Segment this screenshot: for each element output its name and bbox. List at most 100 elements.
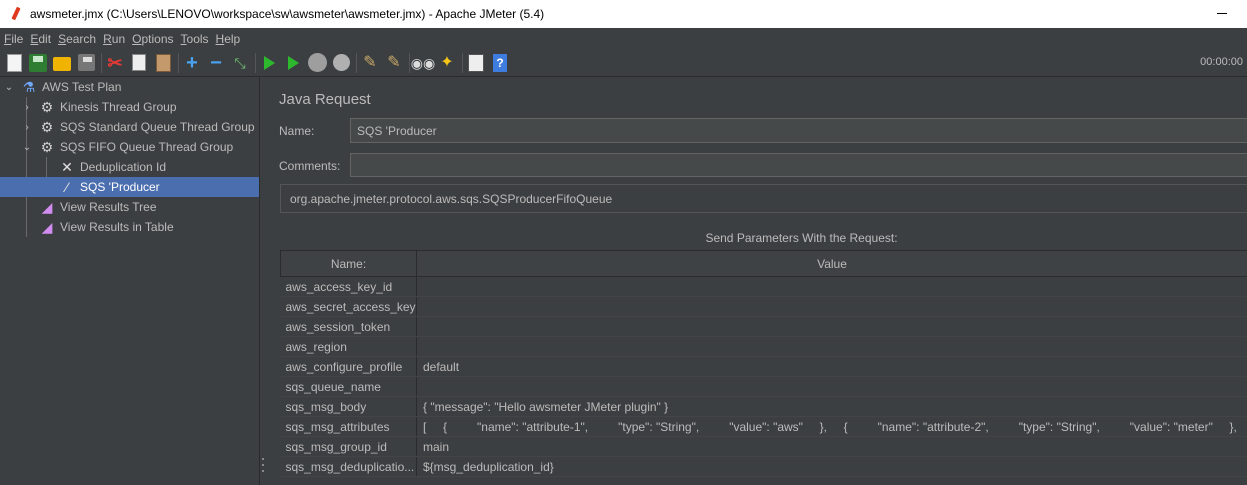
start-icon — [263, 55, 275, 70]
minimize-button[interactable] — [1217, 13, 1227, 14]
cut-button[interactable]: ✂ — [105, 53, 125, 73]
param-name[interactable]: sqs_msg_attributes — [280, 416, 417, 437]
param-value[interactable]: main — [416, 436, 1247, 457]
param-name[interactable]: sqs_msg_body — [280, 396, 417, 417]
menu-file[interactable]: File — [4, 32, 23, 46]
tree-item-label: AWS Test Plan — [42, 80, 122, 94]
stop-button[interactable] — [307, 53, 327, 73]
table-row[interactable]: sqs_msg_attributes[ { "name": "attribute… — [280, 416, 1247, 437]
collapsed-arrow-icon[interactable]: › — [22, 122, 32, 133]
toggle-icon: ⤡ — [234, 54, 246, 71]
table-row[interactable]: aws_region — [280, 336, 1247, 357]
open-button[interactable] — [52, 53, 72, 73]
menu-tools[interactable]: Tools — [181, 32, 209, 46]
tree-item-label: SQS Standard Queue Thread Group — [60, 120, 255, 134]
param-name[interactable]: aws_region — [280, 336, 417, 357]
param-name[interactable]: aws_session_token — [280, 316, 417, 337]
param-value[interactable] — [416, 376, 1247, 397]
menu-run[interactable]: Run — [103, 32, 125, 46]
copy-icon — [132, 54, 146, 71]
table-row[interactable]: sqs_queue_name — [280, 376, 1247, 397]
param-value[interactable] — [416, 336, 1247, 357]
collapsed-arrow-icon[interactable]: › — [22, 102, 32, 113]
paste-icon — [155, 53, 171, 72]
clear-button[interactable]: ✎ — [360, 53, 380, 73]
table-row[interactable]: aws_session_token — [280, 316, 1247, 337]
tree-item-label: View Results in Table — [60, 220, 174, 234]
param-name[interactable]: sqs_queue_name — [280, 376, 417, 397]
clear-all-button[interactable]: ✎ — [384, 53, 404, 73]
comments-field[interactable] — [350, 153, 1247, 177]
search-button[interactable]: ◉◉ — [410, 53, 436, 73]
table-row[interactable]: aws_secret_access_key — [280, 296, 1247, 317]
param-value[interactable]: [ { "name": "attribute-1", "type": "Stri… — [416, 416, 1247, 437]
param-name[interactable]: sqs_msg_group_id — [280, 436, 417, 457]
column-header-value[interactable]: Value — [416, 250, 1247, 277]
save-button[interactable] — [76, 53, 96, 73]
param-value[interactable] — [416, 296, 1247, 317]
search-icon: ◉◉ — [410, 54, 436, 71]
clear-icon: ✎ — [363, 53, 377, 71]
splitter-dot — [262, 470, 264, 472]
menu-search-mnemonic: S — [58, 31, 67, 46]
jmeter-feather-icon — [10, 7, 22, 21]
copy-button[interactable] — [129, 53, 149, 73]
start-button[interactable] — [259, 53, 279, 73]
expand-all-button[interactable]: + — [182, 53, 202, 73]
param-name[interactable]: sqs_msg_deduplicatio... — [280, 456, 417, 477]
expanded-arrow-icon[interactable]: ⌄ — [22, 142, 32, 153]
menu-search[interactable]: Search — [58, 32, 96, 46]
tree-item-deduplication-id[interactable]: ✕ Deduplication Id — [58, 157, 166, 177]
param-value[interactable]: { "message": "Hello awsmeter JMeter plug… — [416, 396, 1247, 417]
param-value[interactable] — [416, 316, 1247, 337]
panel-splitter-handle[interactable] — [262, 458, 265, 472]
tree-item-sqs-standard-thread-group[interactable]: › ⚙ SQS Standard Queue Thread Group — [22, 117, 255, 137]
param-value[interactable]: default — [416, 356, 1247, 377]
collapse-all-button[interactable]: − — [206, 53, 226, 73]
tree-item-view-results-tree[interactable]: ◢ View Results Tree — [38, 197, 157, 217]
tree-item-label: SQS FIFO Queue Thread Group — [60, 140, 234, 154]
function-helper-button[interactable] — [466, 53, 486, 73]
table-row[interactable]: aws_configure_profile default — [280, 356, 1247, 377]
new-button[interactable] — [4, 53, 24, 73]
table-row[interactable]: sqs_msg_deduplicatio... ${msg_deduplicati… — [280, 456, 1247, 477]
reset-search-button[interactable]: ✦ — [437, 53, 457, 73]
expanded-arrow-icon[interactable]: ⌄ — [4, 82, 14, 93]
table-row[interactable]: sqs_msg_body{ "message": "Hello awsmeter… — [280, 396, 1247, 417]
paste-button[interactable] — [153, 53, 173, 73]
tree-item-label: SQS 'Producer — [80, 180, 160, 194]
tree-item-kinesis-thread-group[interactable]: › ⚙ Kinesis Thread Group — [22, 97, 177, 117]
tree-item-label: Kinesis Thread Group — [60, 100, 177, 114]
tree-item-test-plan[interactable]: ⌄ ⚗ AWS Test Plan — [4, 77, 122, 97]
column-header-name[interactable]: Name: — [280, 250, 417, 277]
menu-edit[interactable]: Edit — [30, 32, 51, 46]
param-name[interactable]: aws_configure_profile — [280, 356, 417, 377]
tree-item-sqs-fifo-thread-group[interactable]: ⌄ ⚙ SQS FIFO Queue Thread Group — [22, 137, 233, 157]
help-icon: ? — [493, 53, 507, 72]
classname-combobox[interactable]: org.apache.jmeter.protocol.aws.sqs.SQSPr… — [280, 184, 1247, 213]
thread-group-icon: ⚙ — [40, 99, 54, 115]
table-row[interactable]: aws_access_key_id — [280, 276, 1247, 297]
param-name[interactable]: aws_access_key_id — [280, 276, 417, 297]
tree-item-view-results-in-table[interactable]: ◢ View Results in Table — [38, 217, 174, 237]
name-field[interactable]: SQS 'Producer — [350, 118, 1247, 143]
config-element-icon: ✕ — [61, 159, 73, 175]
help-button[interactable]: ? — [490, 53, 510, 73]
param-value[interactable] — [416, 276, 1247, 297]
start-no-pauses-button[interactable] — [283, 53, 303, 73]
shutdown-button[interactable] — [331, 53, 351, 73]
table-row[interactable]: sqs_msg_group_id main — [280, 436, 1247, 457]
param-name[interactable]: aws_secret_access_key — [280, 296, 417, 317]
params-caption: Send Parameters With the Request: — [705, 231, 898, 245]
templates-button[interactable] — [28, 53, 48, 73]
toggle-button[interactable]: ⤡ — [230, 53, 250, 73]
menu-help[interactable]: Help — [216, 32, 241, 46]
thread-group-icon: ⚙ — [40, 139, 54, 155]
param-value[interactable]: ${msg_deduplication_id} — [416, 456, 1247, 477]
cut-icon: ✂ — [107, 52, 123, 73]
menu-options[interactable]: Options — [132, 32, 173, 46]
menu-bar: File Edit Search Run Options Tools Help — [0, 28, 1247, 49]
tree-item-sqs-producer[interactable]: ⁄ SQS 'Producer — [0, 177, 259, 197]
java-request-panel: Java Request Name: SQS 'Producer Comment… — [268, 77, 1247, 485]
expand-icon: + — [186, 51, 198, 74]
